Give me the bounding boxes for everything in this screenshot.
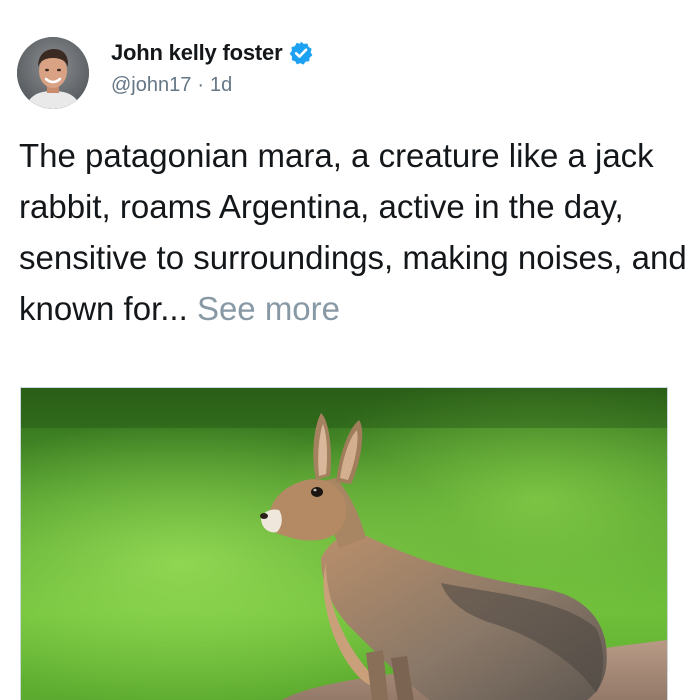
see-more-link[interactable]: See more <box>197 290 340 327</box>
tweet-timestamp[interactable]: 1d <box>210 74 232 97</box>
avatar[interactable] <box>17 37 89 109</box>
avatar-photo-icon <box>17 37 89 109</box>
mara-photo-icon <box>21 388 667 700</box>
tweet-body: The patagonian mara, a creature like a j… <box>19 137 687 327</box>
author-name-row: John kelly foster <box>111 38 314 68</box>
author-display-name[interactable]: John kelly foster <box>111 40 283 66</box>
tweet-text: The patagonian mara, a creature like a j… <box>19 130 689 334</box>
author-meta-row: @john17 · 1d <box>111 71 232 99</box>
author-handle[interactable]: @john17 <box>111 74 191 97</box>
verified-badge-icon <box>288 40 314 66</box>
tweet-card: John kelly foster @john17 · 1d The patag… <box>0 0 700 700</box>
meta-separator: · <box>197 73 205 96</box>
tweet-media-photo[interactable] <box>20 387 668 700</box>
